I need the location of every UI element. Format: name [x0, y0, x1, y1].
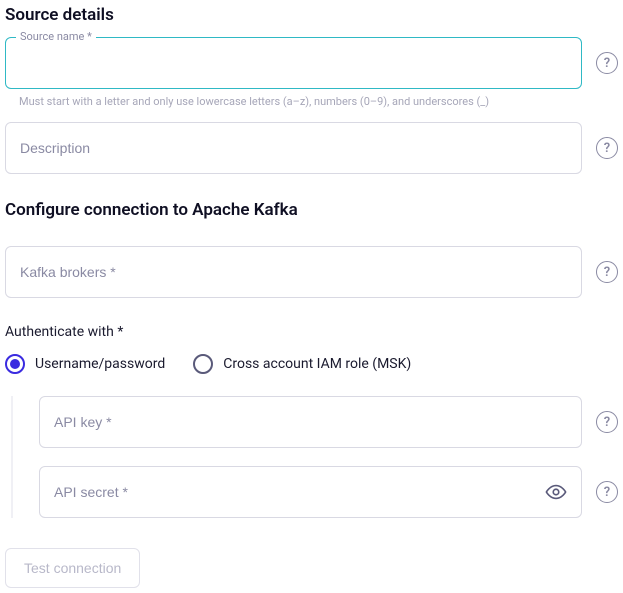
radio-circle-icon: [193, 354, 213, 374]
help-icon[interactable]: ?: [596, 481, 618, 503]
help-icon[interactable]: ?: [596, 52, 618, 74]
api-key-input[interactable]: [54, 414, 567, 430]
authenticate-with-label: Authenticate with *: [5, 324, 618, 340]
kafka-brokers-field-wrap: [5, 246, 582, 298]
help-icon[interactable]: ?: [596, 261, 618, 283]
help-icon[interactable]: ?: [596, 411, 618, 433]
source-name-label: Source name *: [16, 30, 96, 43]
help-icon[interactable]: ?: [596, 137, 618, 159]
eye-icon[interactable]: [537, 481, 567, 503]
auth-radio-group: Username/password Cross account IAM role…: [5, 354, 618, 374]
source-name-input[interactable]: [20, 55, 567, 71]
auth-radio-userpass[interactable]: Username/password: [5, 354, 165, 374]
description-field-wrap: [5, 122, 582, 174]
kafka-brokers-input[interactable]: [20, 264, 567, 280]
api-secret-field-wrap: [39, 466, 582, 518]
auth-radio-iam-label: Cross account IAM role (MSK): [223, 356, 411, 372]
api-key-field-wrap: [39, 396, 582, 448]
radio-dot-icon: [10, 359, 20, 369]
api-secret-input[interactable]: [54, 484, 537, 500]
source-name-field-wrap: [5, 37, 582, 89]
source-name-hint: Must start with a letter and only use lo…: [19, 95, 618, 108]
auth-radio-iam[interactable]: Cross account IAM role (MSK): [193, 354, 411, 374]
test-connection-button[interactable]: Test connection: [5, 548, 140, 588]
configure-connection-heading: Configure connection to Apache Kafka: [5, 200, 618, 220]
description-input[interactable]: [20, 140, 567, 156]
radio-circle-icon: [5, 354, 25, 374]
auth-radio-userpass-label: Username/password: [35, 356, 165, 372]
auth-credentials-block: ? ?: [11, 396, 618, 518]
source-details-heading: Source details: [5, 5, 618, 25]
